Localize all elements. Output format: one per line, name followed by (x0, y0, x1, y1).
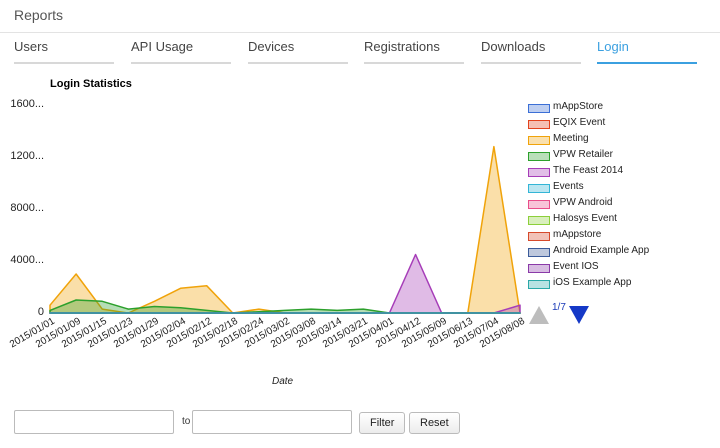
legend-label: Events (553, 181, 584, 192)
legend-swatch (528, 248, 550, 257)
tab-users[interactable]: Users (14, 38, 114, 64)
x-axis-label: Date (272, 376, 294, 387)
legend-swatch (528, 136, 550, 145)
legend-item[interactable]: VPW Retailer (528, 148, 713, 164)
start-date-input[interactable] (14, 410, 174, 434)
to-label: to (182, 416, 191, 427)
y-tick-label: 1600... (10, 98, 44, 110)
legend-label: mAppStore (553, 101, 604, 112)
legend-swatch (528, 200, 550, 209)
legend-item[interactable]: VPW Android (528, 196, 713, 212)
y-tick-label: 8000... (10, 202, 44, 214)
tab-downloads[interactable]: Downloads (481, 38, 581, 64)
filter-button[interactable]: Filter (359, 412, 406, 434)
legend-item[interactable]: Event IOS (528, 260, 713, 276)
legend-label: Halosys Event (553, 213, 617, 224)
legend-label: VPW Retailer (553, 149, 614, 160)
series-area-2[interactable] (49, 145, 521, 314)
tab-label: API Usage (131, 39, 194, 54)
tab-login[interactable]: Login (597, 38, 697, 64)
login-statistics-chart: Login Statistics 0 4000... 8000... 1200... 1… (0, 70, 720, 400)
legend-item[interactable]: mAppStore (528, 100, 713, 116)
legend-swatch (528, 104, 550, 113)
reset-button[interactable]: Reset (409, 412, 460, 434)
legend-label: Android Example App (553, 245, 650, 256)
legend-label: iOS Example App (553, 277, 632, 288)
series-area-3[interactable] (49, 299, 521, 314)
legend-label: mAppstore (553, 229, 602, 240)
legend-pager: 1/7 (529, 302, 589, 326)
y-tick-label: 4000... (10, 254, 44, 266)
legend-label: Meeting (553, 133, 589, 144)
legend-swatch (528, 216, 550, 225)
tab-api-usage[interactable]: API Usage (131, 38, 231, 64)
end-date-input[interactable] (192, 410, 352, 434)
legend-item[interactable]: Halosys Event (528, 212, 713, 228)
legend-swatch (528, 168, 550, 177)
legend-page-down-icon[interactable] (569, 306, 589, 324)
legend-label: VPW Android (553, 197, 613, 208)
legend-item[interactable]: Events (528, 180, 713, 196)
y-tick-label: 1200... (10, 150, 44, 162)
legend-item[interactable]: Android Example App (528, 244, 713, 260)
report-tabs: Users API Usage Devices Registrations Do… (0, 38, 720, 64)
legend-item[interactable]: EQIX Event (528, 116, 713, 132)
legend-swatch (528, 232, 550, 241)
chart-legend: mAppStore EQIX Event Meeting VPW Retailer Th… (528, 100, 713, 292)
tab-label: Login (597, 39, 629, 54)
y-tick-label: 0 (37, 306, 44, 318)
legend-item[interactable]: mAppstore (528, 228, 713, 244)
legend-item[interactable]: iOS Example App (528, 276, 713, 292)
date-filter-bar: to Filter Reset (0, 410, 720, 438)
series-area-4[interactable] (49, 253, 521, 314)
tab-label: Users (14, 39, 48, 54)
legend-swatch (528, 120, 550, 129)
legend-label: Event IOS (553, 261, 599, 272)
tab-registrations[interactable]: Registrations (364, 38, 464, 64)
page-title: Reports (14, 7, 64, 23)
legend-label: EQIX Event (553, 117, 606, 128)
legend-label: The Feast 2014 (553, 165, 624, 176)
tab-label: Registrations (364, 39, 440, 54)
legend-page-indicator: 1/7 (552, 302, 566, 313)
legend-swatch (528, 264, 550, 273)
legend-item[interactable]: Meeting (528, 132, 713, 148)
legend-swatch (528, 184, 550, 193)
legend-item[interactable]: The Feast 2014 (528, 164, 713, 180)
tab-devices[interactable]: Devices (248, 38, 348, 64)
legend-swatch (528, 280, 550, 289)
legend-page-up-icon[interactable] (529, 306, 549, 324)
legend-swatch (528, 152, 550, 161)
tab-label: Devices (248, 39, 295, 54)
header-divider (0, 32, 720, 33)
tab-label: Downloads (481, 39, 546, 54)
